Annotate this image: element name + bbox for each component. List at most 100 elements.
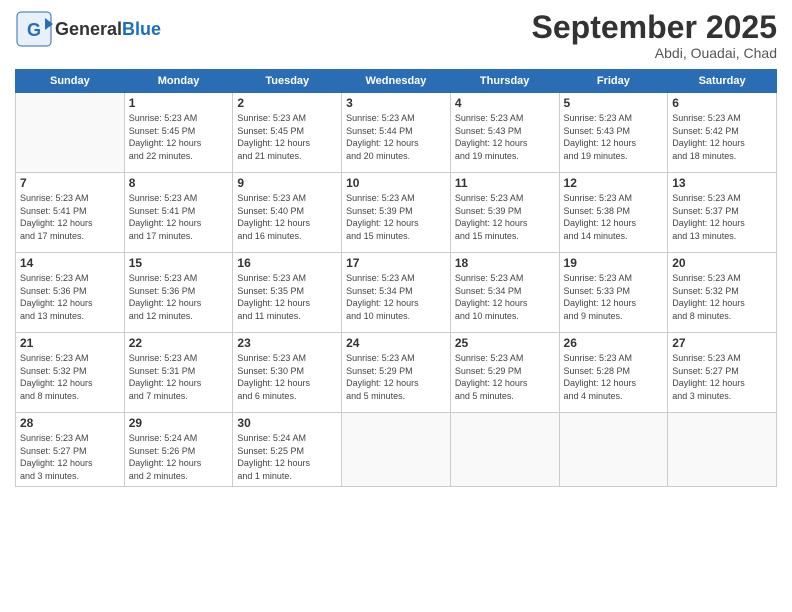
calendar-cell: 11 Sunrise: 5:23 AM Sunset: 5:39 PM Dayli…: [450, 173, 559, 253]
calendar-cell: [668, 413, 777, 486]
day-info: Sunrise: 5:23 AM Sunset: 5:36 PM Dayligh…: [20, 272, 120, 322]
calendar-week-2: 7 Sunrise: 5:23 AM Sunset: 5:41 PM Daylig…: [16, 173, 777, 253]
calendar-cell: 2 Sunrise: 5:23 AM Sunset: 5:45 PM Daylig…: [233, 93, 342, 173]
day-info: Sunrise: 5:23 AM Sunset: 5:33 PM Dayligh…: [564, 272, 664, 322]
calendar-cell: 1 Sunrise: 5:23 AM Sunset: 5:45 PM Daylig…: [124, 93, 233, 173]
day-info: Sunrise: 5:23 AM Sunset: 5:36 PM Dayligh…: [129, 272, 229, 322]
day-info: Sunrise: 5:23 AM Sunset: 5:35 PM Dayligh…: [237, 272, 337, 322]
month-title: September 2025: [532, 10, 777, 45]
calendar-cell: 19 Sunrise: 5:23 AM Sunset: 5:33 PM Dayli…: [559, 253, 668, 333]
day-info: Sunrise: 5:23 AM Sunset: 5:29 PM Dayligh…: [455, 352, 555, 402]
day-number: 7: [20, 176, 120, 190]
title-block: September 2025 Abdi, Ouadai, Chad: [532, 10, 777, 61]
day-number: 26: [564, 336, 664, 350]
day-number: 13: [672, 176, 772, 190]
col-header-tuesday: Tuesday: [233, 70, 342, 93]
day-number: 6: [672, 96, 772, 110]
calendar-week-3: 14 Sunrise: 5:23 AM Sunset: 5:36 PM Dayli…: [16, 253, 777, 333]
day-number: 24: [346, 336, 446, 350]
calendar-cell: 20Sunrise: 5:23 AM Sunset: 5:32 PM Dayli…: [668, 253, 777, 333]
calendar-cell: 6 Sunrise: 5:23 AM Sunset: 5:42 PM Daylig…: [668, 93, 777, 173]
calendar-cell: 29Sunrise: 5:24 AM Sunset: 5:26 PM Dayli…: [124, 413, 233, 486]
logo-text: GeneralBlue: [55, 19, 161, 40]
header: G GeneralBlue September 2025 Abdi, Ouada…: [15, 10, 777, 61]
day-info: Sunrise: 5:23 AM Sunset: 5:42 PM Dayligh…: [672, 112, 772, 162]
day-info: Sunrise: 5:23 AM Sunset: 5:37 PM Dayligh…: [672, 192, 772, 242]
day-number: 16: [237, 256, 337, 270]
calendar-table: SundayMondayTuesdayWednesdayThursdayFrid…: [15, 69, 777, 486]
day-info: Sunrise: 5:23 AM Sunset: 5:43 PM Dayligh…: [455, 112, 555, 162]
calendar-cell: 4 Sunrise: 5:23 AM Sunset: 5:43 PM Daylig…: [450, 93, 559, 173]
day-info: Sunrise: 5:24 AM Sunset: 5:25 PM Dayligh…: [237, 432, 337, 482]
calendar-cell: 5Sunrise: 5:23 AM Sunset: 5:43 PM Daylig…: [559, 93, 668, 173]
calendar-cell: 23 Sunrise: 5:23 AM Sunset: 5:30 PM Dayli…: [233, 333, 342, 413]
calendar-cell: 17Sunrise: 5:23 AM Sunset: 5:34 PM Dayli…: [342, 253, 451, 333]
day-number: 19: [564, 256, 664, 270]
day-number: 5: [564, 96, 664, 110]
day-number: 22: [129, 336, 229, 350]
calendar-cell: 22 Sunrise: 5:23 AM Sunset: 5:31 PM Dayli…: [124, 333, 233, 413]
day-number: 2: [237, 96, 337, 110]
calendar-cell: 30Sunrise: 5:24 AM Sunset: 5:25 PM Dayli…: [233, 413, 342, 486]
calendar-cell: [16, 93, 125, 173]
day-number: 29: [129, 416, 229, 430]
day-number: 4: [455, 96, 555, 110]
day-info: Sunrise: 5:23 AM Sunset: 5:45 PM Dayligh…: [237, 112, 337, 162]
logo-blue: Blue: [122, 19, 161, 39]
day-info: Sunrise: 5:23 AM Sunset: 5:45 PM Dayligh…: [129, 112, 229, 162]
main-container: G GeneralBlue September 2025 Abdi, Ouada…: [0, 0, 792, 612]
calendar-cell: 8 Sunrise: 5:23 AM Sunset: 5:41 PM Daylig…: [124, 173, 233, 253]
calendar-cell: 10Sunrise: 5:23 AM Sunset: 5:39 PM Dayli…: [342, 173, 451, 253]
col-header-sunday: Sunday: [16, 70, 125, 93]
day-number: 14: [20, 256, 120, 270]
day-number: 11: [455, 176, 555, 190]
logo-icon: G: [15, 10, 53, 48]
calendar-cell: 3Sunrise: 5:23 AM Sunset: 5:44 PM Daylig…: [342, 93, 451, 173]
day-info: Sunrise: 5:23 AM Sunset: 5:31 PM Dayligh…: [129, 352, 229, 402]
day-info: Sunrise: 5:23 AM Sunset: 5:27 PM Dayligh…: [20, 432, 120, 482]
col-header-wednesday: Wednesday: [342, 70, 451, 93]
calendar-cell: 13 Sunrise: 5:23 AM Sunset: 5:37 PM Dayli…: [668, 173, 777, 253]
col-header-thursday: Thursday: [450, 70, 559, 93]
calendar-cell: 7Sunrise: 5:23 AM Sunset: 5:41 PM Daylig…: [16, 173, 125, 253]
col-header-friday: Friday: [559, 70, 668, 93]
day-info: Sunrise: 5:23 AM Sunset: 5:28 PM Dayligh…: [564, 352, 664, 402]
day-info: Sunrise: 5:23 AM Sunset: 5:27 PM Dayligh…: [672, 352, 772, 402]
location-subtitle: Abdi, Ouadai, Chad: [532, 45, 777, 61]
day-info: Sunrise: 5:23 AM Sunset: 5:32 PM Dayligh…: [672, 272, 772, 322]
day-info: Sunrise: 5:23 AM Sunset: 5:38 PM Dayligh…: [564, 192, 664, 242]
calendar-cell: 26 Sunrise: 5:23 AM Sunset: 5:28 PM Dayli…: [559, 333, 668, 413]
day-number: 12: [564, 176, 664, 190]
calendar-cell: 27Sunrise: 5:23 AM Sunset: 5:27 PM Dayli…: [668, 333, 777, 413]
calendar-cell: [450, 413, 559, 486]
day-info: Sunrise: 5:23 AM Sunset: 5:41 PM Dayligh…: [129, 192, 229, 242]
day-number: 3: [346, 96, 446, 110]
calendar-cell: 24Sunrise: 5:23 AM Sunset: 5:29 PM Dayli…: [342, 333, 451, 413]
calendar-cell: 12 Sunrise: 5:23 AM Sunset: 5:38 PM Dayli…: [559, 173, 668, 253]
day-number: 15: [129, 256, 229, 270]
day-number: 1: [129, 96, 229, 110]
calendar-header-row: SundayMondayTuesdayWednesdayThursdayFrid…: [16, 70, 777, 93]
day-info: Sunrise: 5:23 AM Sunset: 5:30 PM Dayligh…: [237, 352, 337, 402]
calendar-cell: 15 Sunrise: 5:23 AM Sunset: 5:36 PM Dayli…: [124, 253, 233, 333]
day-info: Sunrise: 5:23 AM Sunset: 5:32 PM Dayligh…: [20, 352, 120, 402]
day-number: 23: [237, 336, 337, 350]
day-number: 8: [129, 176, 229, 190]
logo: G GeneralBlue: [15, 10, 161, 48]
calendar-cell: 28Sunrise: 5:23 AM Sunset: 5:27 PM Dayli…: [16, 413, 125, 486]
calendar-cell: 16 Sunrise: 5:23 AM Sunset: 5:35 PM Dayli…: [233, 253, 342, 333]
day-number: 9: [237, 176, 337, 190]
day-info: Sunrise: 5:23 AM Sunset: 5:34 PM Dayligh…: [455, 272, 555, 322]
calendar-week-5: 28Sunrise: 5:23 AM Sunset: 5:27 PM Dayli…: [16, 413, 777, 486]
calendar-week-1: 1 Sunrise: 5:23 AM Sunset: 5:45 PM Daylig…: [16, 93, 777, 173]
day-info: Sunrise: 5:23 AM Sunset: 5:39 PM Dayligh…: [346, 192, 446, 242]
day-number: 25: [455, 336, 555, 350]
logo-general: General: [55, 19, 122, 39]
day-info: Sunrise: 5:23 AM Sunset: 5:39 PM Dayligh…: [455, 192, 555, 242]
calendar-cell: 21Sunrise: 5:23 AM Sunset: 5:32 PM Dayli…: [16, 333, 125, 413]
day-number: 17: [346, 256, 446, 270]
calendar-cell: 25 Sunrise: 5:23 AM Sunset: 5:29 PM Dayli…: [450, 333, 559, 413]
calendar-cell: 18Sunrise: 5:23 AM Sunset: 5:34 PM Dayli…: [450, 253, 559, 333]
col-header-saturday: Saturday: [668, 70, 777, 93]
calendar-cell: 9Sunrise: 5:23 AM Sunset: 5:40 PM Daylig…: [233, 173, 342, 253]
